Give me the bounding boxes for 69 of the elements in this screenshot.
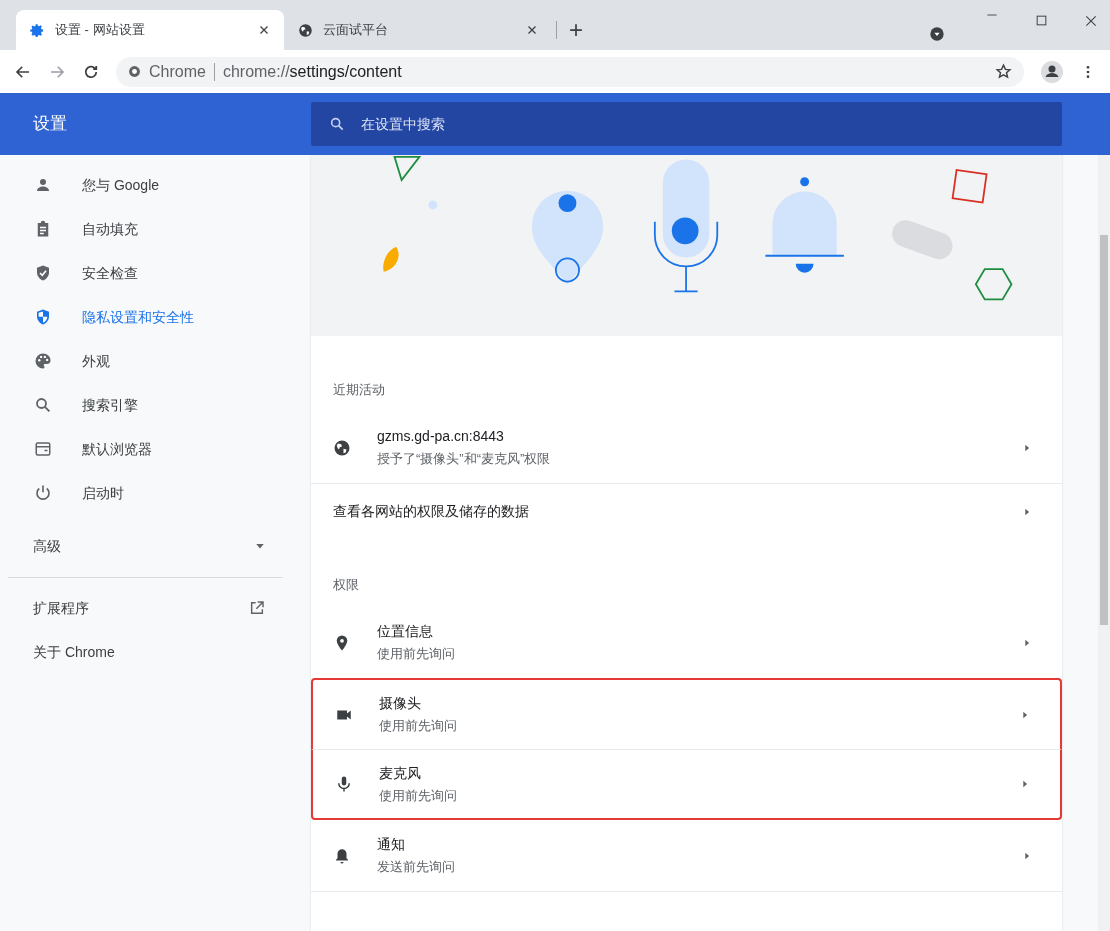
close-icon[interactable]: [526, 24, 538, 36]
globe-icon: [333, 438, 351, 457]
dropdown-arrow-icon: [255, 541, 265, 551]
chevron-right-icon: [1022, 850, 1032, 861]
chevron-right-icon: [1020, 779, 1030, 789]
star-icon[interactable]: [995, 63, 1012, 80]
close-icon[interactable]: [1084, 14, 1098, 28]
settings-row[interactable]: 查看各网站的权限及储存的数据: [311, 483, 1062, 539]
scrollbar-thumb[interactable]: [1100, 235, 1108, 625]
chevron-right-icon: [1020, 709, 1030, 720]
sidebar-item[interactable]: 搜索引擎: [0, 383, 311, 427]
row-subtitle: 发送前先询问: [377, 858, 456, 877]
sidebar-item[interactable]: 默认浏览器: [0, 427, 311, 471]
browser-window-icon: [34, 440, 52, 458]
sidebar-item[interactable]: 扩展程序: [0, 586, 311, 630]
row-title: 查看各网站的权限及储存的数据: [333, 502, 530, 521]
settings-row[interactable]: 摄像头 使用前先询问: [311, 678, 1062, 749]
person-icon: [34, 176, 52, 194]
sidebar-item[interactable]: 关于 Chrome: [0, 630, 311, 674]
sidebar-item[interactable]: 自动填充: [0, 207, 311, 251]
profile-dropdown-icon[interactable]: [929, 26, 945, 42]
search-icon: [34, 396, 52, 414]
palette-icon: [34, 352, 52, 370]
advanced-section[interactable]: 高级: [0, 515, 311, 577]
row-title: 位置信息: [377, 622, 434, 642]
maximize-icon[interactable]: [1035, 14, 1048, 27]
chevron-right-icon: [1022, 442, 1032, 453]
microphone-icon: [335, 775, 353, 793]
tab-title: 云面试平台: [323, 21, 389, 40]
chrome-icon: [128, 65, 141, 78]
row-title: 摄像头: [379, 694, 422, 714]
scrollbar[interactable]: [1098, 155, 1110, 931]
site-chip-label: Chrome: [149, 61, 206, 82]
search-field[interactable]: 在设置中搜索: [311, 102, 1062, 146]
tab-title: 设置 - 网站设置: [55, 21, 146, 40]
globe-icon: [298, 22, 313, 38]
row-title: 通知: [377, 835, 406, 855]
sidebar-item[interactable]: 外观: [0, 339, 311, 383]
chevron-right-icon: [1022, 637, 1032, 648]
row-subtitle: 授予了“摄像头”和“麦克风”权限: [377, 450, 552, 469]
settings-row[interactable]: 位置信息 使用前先询问: [311, 607, 1062, 678]
profile-icon[interactable]: [1040, 59, 1064, 84]
settings-row[interactable]: 麦克风 使用前先询问: [311, 749, 1062, 820]
sidebar-item[interactable]: 您与 Google: [0, 163, 311, 207]
row-subtitle: 使用前先询问: [379, 786, 458, 805]
shield-icon: [34, 308, 52, 326]
url-text: chrome://settings/content: [222, 61, 402, 82]
chevron-right-icon: [1022, 506, 1032, 517]
settings-row[interactable]: 通知 发送前先询问: [311, 820, 1062, 891]
section-heading: 权限: [332, 576, 360, 594]
power-icon: [34, 484, 52, 502]
row-title: gzms.gd-pa.cn:8443: [377, 427, 505, 447]
sidebar-item[interactable]: 隐私设置和安全性: [0, 295, 311, 339]
sidebar-item[interactable]: 安全检查: [0, 251, 311, 295]
address-bar[interactable]: Chrome chrome://settings/content: [116, 56, 1024, 87]
row-subtitle: 使用前先询问: [379, 717, 458, 736]
section-heading: 近期活动: [332, 381, 386, 399]
row-subtitle: 使用前先询问: [377, 645, 456, 664]
new-tab-button[interactable]: +: [569, 18, 583, 42]
row-title: 麦克风: [379, 763, 422, 783]
settings-row[interactable]: gzms.gd-pa.cn:8443 授予了“摄像头”和“麦克风”权限: [311, 412, 1062, 483]
sidebar-item[interactable]: 启动时: [0, 471, 311, 515]
page-title: 设置: [32, 113, 68, 136]
settings-icon: [30, 22, 45, 38]
external-link-icon: [249, 600, 265, 616]
browser-tab[interactable]: 设置 - 网站设置: [16, 10, 284, 50]
close-icon[interactable]: [258, 24, 270, 36]
shield-check-icon: [34, 264, 52, 282]
bell-icon: [333, 846, 351, 865]
